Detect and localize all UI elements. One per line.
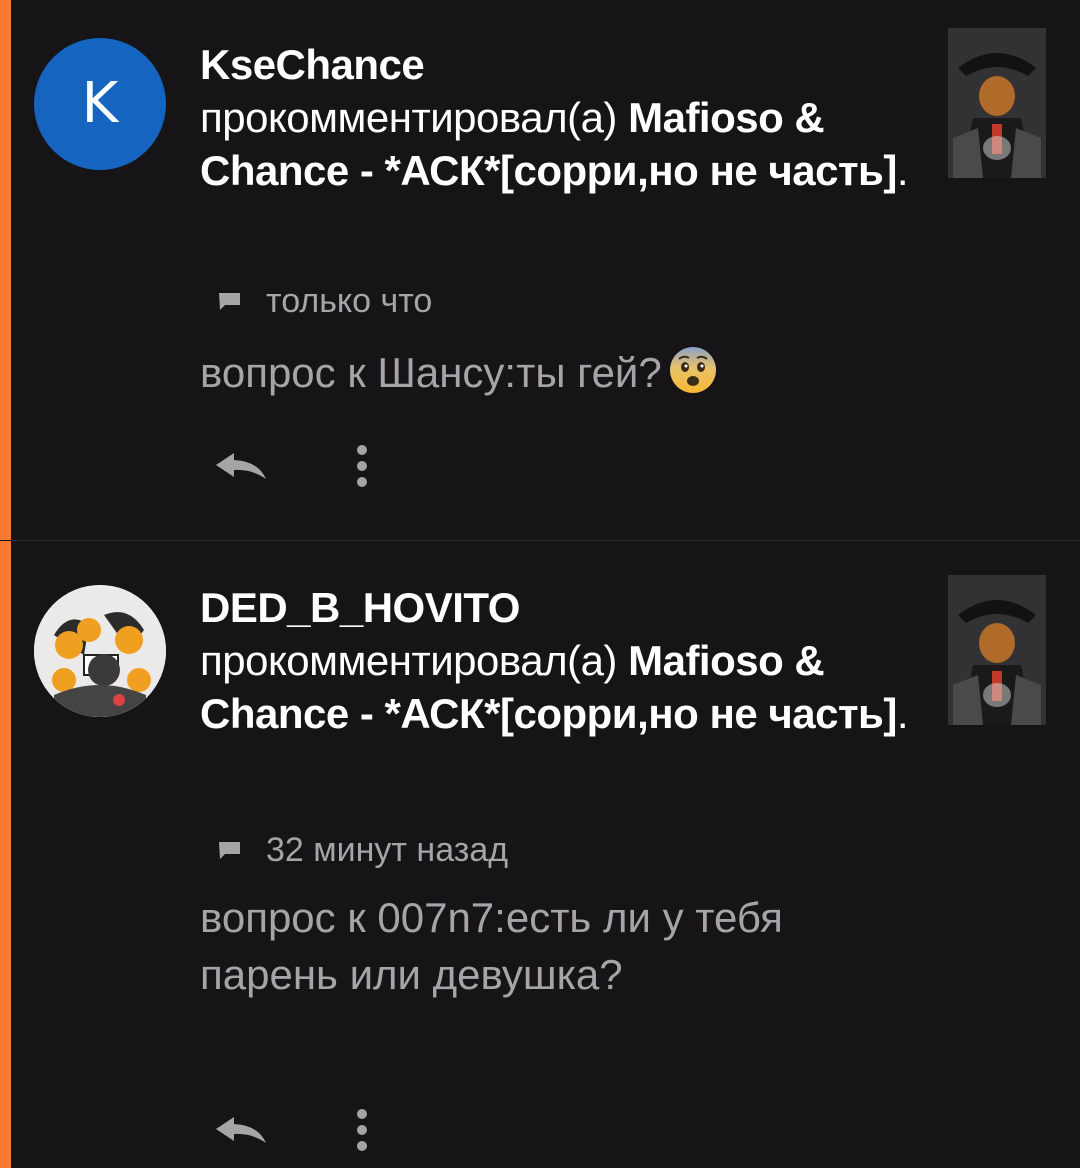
reply-arrow-icon <box>216 1117 266 1143</box>
action-text: прокомментировал(а) <box>200 637 617 684</box>
user-avatar[interactable]: K <box>34 38 166 170</box>
user-avatar[interactable] <box>34 585 166 717</box>
reply-arrow-icon <box>216 453 266 479</box>
notification-headline[interactable]: DED_B_HOVITO прокомментировал(а) Mafioso … <box>200 581 920 740</box>
comment-meta: 32 минут назад <box>218 831 508 870</box>
comment-text[interactable]: вопрос к Шансу:ты гей? <box>200 344 920 401</box>
trailing-punct: . <box>896 690 909 737</box>
comment-icon <box>219 841 240 859</box>
reply-button[interactable] <box>200 1100 280 1160</box>
user-avatar-image-icon <box>34 585 166 717</box>
comment-icon <box>219 292 240 310</box>
more-vertical-icon <box>357 1109 367 1151</box>
comment-body: вопрос к 007n7:есть ли у тебя парень или… <box>200 894 783 998</box>
notification-actions <box>200 436 392 496</box>
notification-item[interactable]: DED_B_HOVITO прокомментировал(а) Mafioso … <box>0 541 1080 1168</box>
unread-indicator <box>0 541 11 1168</box>
username[interactable]: KseChance <box>200 38 920 91</box>
comment-text[interactable]: вопрос к 007n7:есть ли у тебя парень или… <box>200 889 920 1003</box>
reply-button[interactable] <box>200 436 280 496</box>
post-thumbnail-icon <box>948 575 1046 725</box>
post-thumbnail-image[interactable] <box>948 575 1046 725</box>
action-text: прокомментировал(а) <box>200 94 617 141</box>
comment-meta: только что <box>218 282 432 321</box>
fearful-face-emoji-icon <box>669 347 716 393</box>
unread-indicator <box>0 0 11 540</box>
trailing-punct: . <box>896 147 909 194</box>
post-thumbnail-icon <box>948 28 1046 178</box>
timestamp: только что <box>266 282 433 320</box>
notification-headline[interactable]: KseChance прокомментировал(а) Mafioso & C… <box>200 38 920 197</box>
notification-item[interactable]: K KseChance прокомментировал(а) Mafioso &… <box>0 0 1080 540</box>
post-thumbnail-image[interactable] <box>948 28 1046 178</box>
more-options-button[interactable] <box>332 436 392 496</box>
avatar-letter: K <box>81 71 119 136</box>
comment-body: вопрос к Шансу:ты гей? <box>200 349 662 396</box>
username[interactable]: DED_B_HOVITO <box>200 581 920 634</box>
more-vertical-icon <box>357 445 367 487</box>
timestamp: 32 минут назад <box>266 831 509 869</box>
more-options-button[interactable] <box>332 1100 392 1160</box>
notification-actions <box>200 1100 392 1160</box>
